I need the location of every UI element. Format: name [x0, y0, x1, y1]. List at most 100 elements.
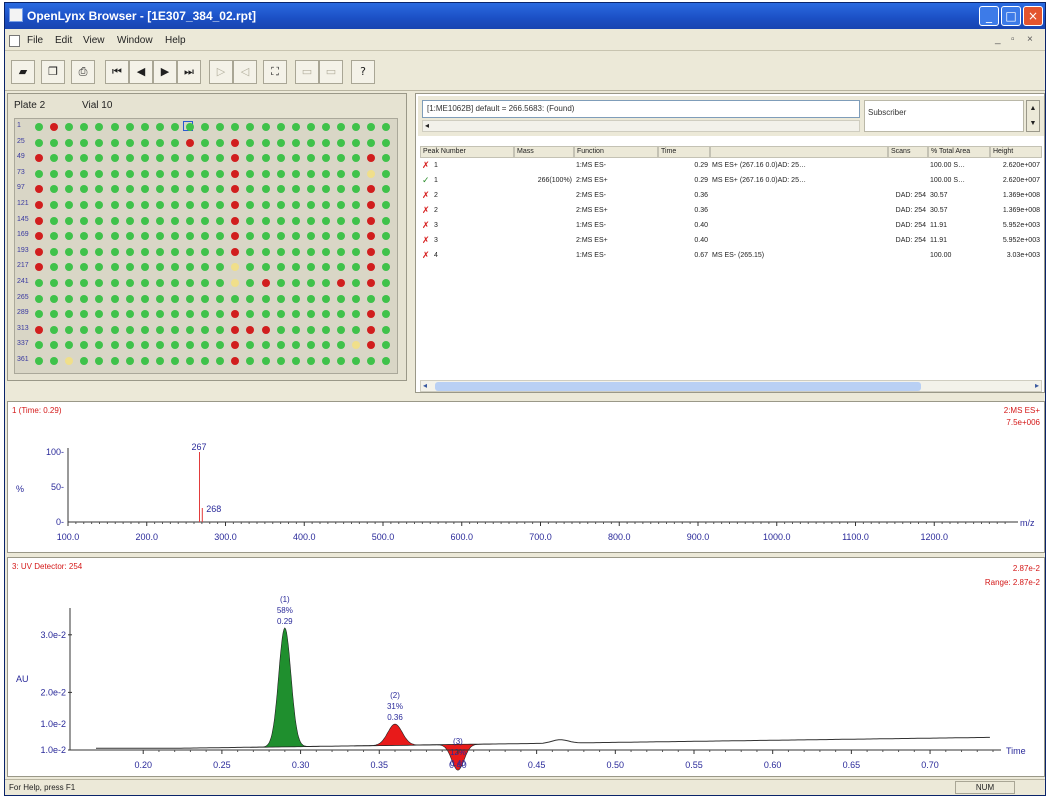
plate-well[interactable]	[382, 123, 391, 131]
plate-well[interactable]	[246, 279, 255, 287]
plate-well[interactable]	[306, 154, 315, 163]
plate-well[interactable]	[321, 232, 330, 241]
plate-well[interactable]	[155, 232, 164, 241]
plate-well[interactable]	[231, 357, 240, 365]
plate-well[interactable]	[261, 294, 270, 303]
plate-well[interactable]	[95, 294, 104, 303]
plate-well[interactable]	[216, 201, 225, 209]
plate-well[interactable]	[35, 247, 43, 256]
plate-well[interactable]	[231, 279, 240, 287]
plate-well[interactable]	[140, 185, 149, 194]
plate-well[interactable]	[276, 232, 285, 241]
plate-well[interactable]	[337, 357, 345, 365]
plate-well[interactable]	[216, 154, 225, 163]
plate-well[interactable]	[125, 325, 134, 334]
scroll-left-icon[interactable]: ◂	[425, 121, 429, 131]
plate-well[interactable]	[95, 138, 104, 147]
plate-well[interactable]	[246, 357, 255, 365]
plate-well[interactable]	[110, 169, 119, 178]
table-row[interactable]: ✗ 3 2:MS ES+ 0.40 DAD: 254 11.91 5.952e+003	[420, 235, 1042, 248]
plate-well[interactable]	[321, 216, 330, 225]
plate-well[interactable]	[110, 310, 119, 319]
plate-well[interactable]	[140, 216, 149, 225]
plate-well[interactable]	[367, 263, 376, 272]
spin-button[interactable]: ▲ ▼	[1026, 100, 1040, 132]
plate-well[interactable]	[155, 357, 164, 365]
plate-well[interactable]	[352, 232, 361, 241]
plate-well[interactable]	[186, 310, 194, 319]
plate-well[interactable]	[170, 185, 179, 194]
plate-well[interactable]	[261, 247, 270, 256]
plate-well[interactable]	[231, 138, 240, 147]
plate-well[interactable]	[291, 216, 300, 225]
plate-well[interactable]	[201, 357, 210, 365]
plate-well[interactable]	[382, 185, 391, 194]
plate-well[interactable]	[382, 216, 391, 225]
plate-well[interactable]	[382, 263, 391, 272]
plate-well[interactable]	[216, 263, 225, 272]
plate-well[interactable]	[170, 138, 179, 147]
plate-well[interactable]	[125, 232, 134, 241]
plate-well[interactable]	[80, 154, 89, 163]
plate-well[interactable]	[261, 279, 270, 287]
plate-well[interactable]	[276, 201, 285, 209]
plate-well[interactable]	[261, 216, 270, 225]
mdi-close-button[interactable]: ×	[1027, 34, 1033, 45]
plate-well[interactable]	[337, 294, 345, 303]
plate-well[interactable]	[352, 310, 361, 319]
table-row[interactable]: ✗ 2 2:MS ES- 0.36 DAD: 254 30.57 1.369e+008	[420, 190, 1042, 203]
plate-well[interactable]	[155, 201, 164, 209]
maximize-button[interactable]: □	[1001, 6, 1021, 26]
plate-well[interactable]	[65, 310, 74, 319]
plate-well[interactable]	[65, 201, 74, 209]
plate-well[interactable]	[110, 357, 119, 365]
plate-well[interactable]	[155, 294, 164, 303]
plate-well[interactable]	[35, 325, 43, 334]
plate-well[interactable]	[155, 247, 164, 256]
plate-well[interactable]	[201, 341, 210, 350]
plate-well[interactable]	[95, 123, 104, 131]
plate-well[interactable]	[95, 310, 104, 319]
plate-well[interactable]	[382, 201, 391, 209]
plate-well[interactable]	[276, 310, 285, 319]
plate-well[interactable]	[170, 357, 179, 365]
plate-well[interactable]	[291, 294, 300, 303]
plate-well[interactable]	[50, 357, 59, 365]
column-header[interactable]: Scans	[888, 146, 928, 158]
plate-well[interactable]	[382, 154, 391, 163]
table-row[interactable]: ✗ 1 1:MS ES- 0.29 MS ES+ (267.16 0.0)AD: 25……	[420, 160, 1042, 173]
plate-well[interactable]	[35, 357, 43, 365]
plate-well[interactable]	[231, 341, 240, 350]
plate-well[interactable]	[246, 263, 255, 272]
plate-well[interactable]	[306, 123, 315, 131]
plate-well[interactable]	[80, 279, 89, 287]
plate-well[interactable]	[65, 169, 74, 178]
plate-well[interactable]	[140, 263, 149, 272]
plate-well[interactable]	[382, 279, 391, 287]
plate-well[interactable]	[140, 138, 149, 147]
plate-well[interactable]	[50, 169, 59, 178]
plate-well[interactable]	[276, 325, 285, 334]
plate-well[interactable]	[291, 138, 300, 147]
plate-well[interactable]	[170, 294, 179, 303]
plate-well[interactable]	[321, 201, 330, 209]
plate-well[interactable]	[50, 123, 59, 131]
menu-view[interactable]: View	[83, 35, 105, 46]
plate-well[interactable]	[352, 123, 361, 131]
plate-well[interactable]	[35, 123, 43, 131]
plate-well[interactable]	[80, 357, 89, 365]
plate-well[interactable]	[246, 201, 255, 209]
chromatogram-chart[interactable]: (1)58%0.29(2)31%0.36(3)12%0.400.20 0.25 0.…	[8, 558, 1044, 776]
plate-well[interactable]	[352, 185, 361, 194]
scroll-right-icon[interactable]: ▸	[1035, 381, 1039, 391]
plate-well[interactable]	[155, 279, 164, 287]
plate-well[interactable]	[291, 201, 300, 209]
plate-well[interactable]	[291, 341, 300, 350]
plate-well[interactable]	[367, 201, 376, 209]
plate-well[interactable]	[352, 279, 361, 287]
plate-well[interactable]	[291, 247, 300, 256]
plate-well[interactable]	[367, 138, 376, 147]
plate-well[interactable]	[246, 138, 255, 147]
plate-well[interactable]	[50, 138, 59, 147]
plate-well[interactable]	[80, 232, 89, 241]
